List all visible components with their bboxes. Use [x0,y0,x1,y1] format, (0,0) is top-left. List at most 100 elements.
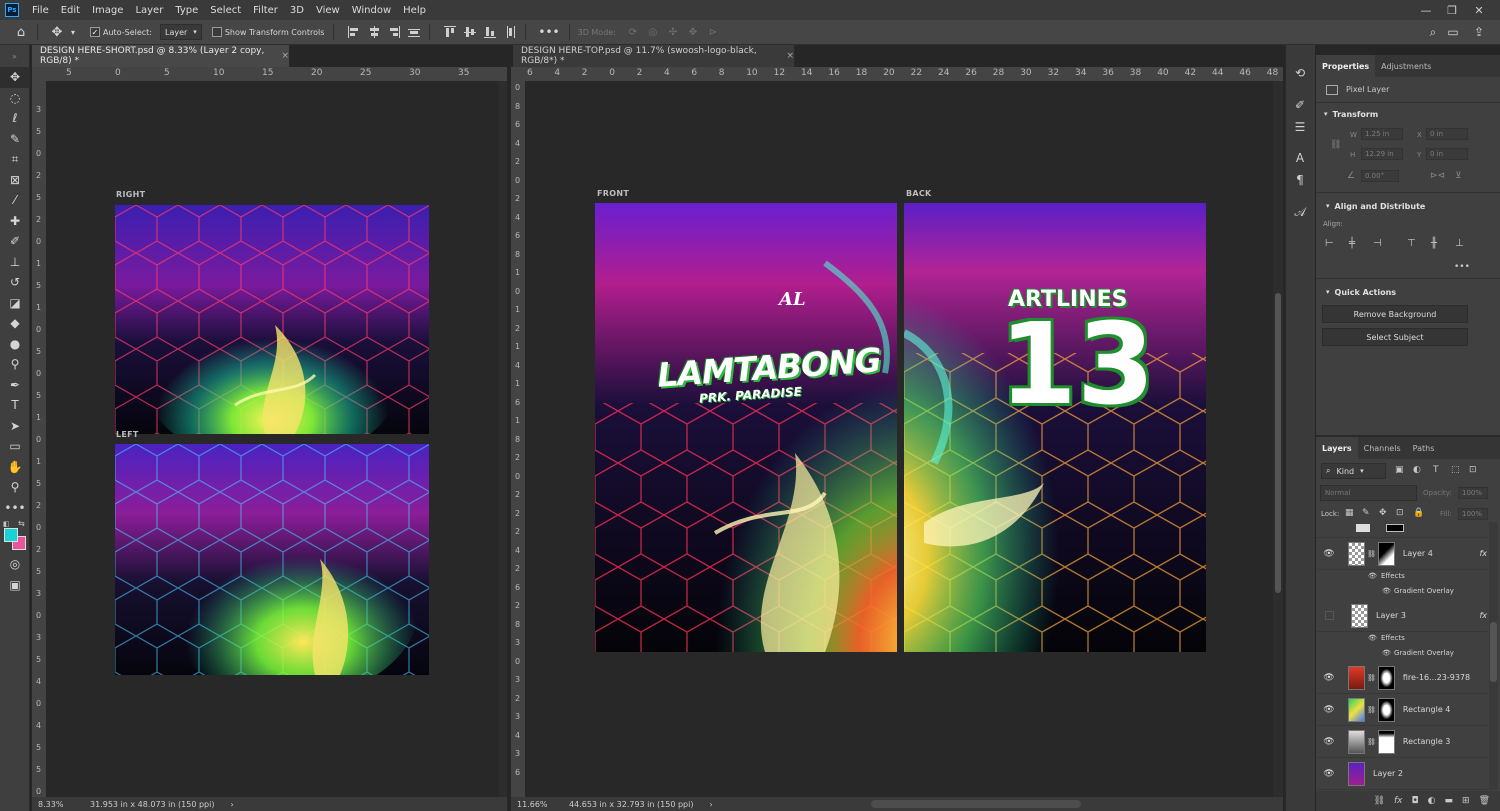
opacity-input[interactable]: 100% [1458,487,1488,499]
distribute-horizontal-icon[interactable] [504,26,516,38]
blend-mode-dropdown[interactable]: Normal [1320,485,1417,501]
swap-colors-icon[interactable]: ⇆ [18,519,25,528]
move-tool-icon[interactable]: ✥ [0,67,30,88]
select-subject-button[interactable]: Select Subject [1322,328,1468,346]
auto-select-dropdown[interactable]: Layer ▾ [159,23,202,41]
home-icon[interactable]: ⌂ [14,23,28,41]
align-bottom-icon[interactable]: ⊥ [1455,238,1464,249]
slide-3d-icon[interactable]: ✥ [686,23,700,41]
lock-image-icon[interactable]: ✎ [1362,508,1370,518]
menu-window[interactable]: Window [346,5,397,16]
fx-icon[interactable]: fx [1479,549,1487,558]
layer-row-fire[interactable]: 👁 ⛓ fire-16...23-9378 [1317,662,1487,694]
character-panel-icon[interactable]: A [1290,148,1310,168]
filter-type-icon[interactable]: T [1433,465,1439,475]
vertical-scrollbar[interactable] [499,81,507,797]
filter-smart-object-icon[interactable]: ⊡ [1469,465,1477,475]
default-colors-icon[interactable]: ◧ [3,520,10,528]
zoom-tool-icon[interactable]: ⚲ [0,477,30,498]
artboard-right[interactable] [115,205,429,434]
lock-artboard-icon[interactable]: ⊡ [1396,508,1404,518]
quick-mask-icon[interactable]: ◎ [0,554,30,575]
history-brush-tool-icon[interactable]: ↺ [0,272,30,293]
history-panel-icon[interactable]: ⟲ [1290,63,1310,83]
flip-horizontal-icon[interactable]: ⊳⊲ [1430,171,1445,181]
tab-paths[interactable]: Paths [1407,437,1441,459]
clone-stamp-tool-icon[interactable]: ⊥ [0,252,30,273]
dodge-tool-icon[interactable]: ⚲ [0,354,30,375]
move-tool-icon[interactable]: ✥ [50,23,64,41]
restore-icon[interactable]: ❐ [1441,0,1463,20]
transform-section-header[interactable]: ▾ Transform [1316,105,1500,123]
crop-tool-icon[interactable]: ⌗ [0,149,30,170]
tab-design-here-top[interactable]: DESIGN HERE-TOP.psd @ 11.7% (swoosh-logo… [513,45,795,67]
rectangle-tool-icon[interactable]: ▭ [0,436,30,457]
effects-eye-icon[interactable]: 👁 [1368,572,1377,580]
layer-row-layer-2[interactable]: 👁 Layer 2 [1317,758,1487,790]
layers-scrollbar[interactable] [1489,522,1498,790]
add-layer-style-icon[interactable]: fx [1394,796,1403,806]
collapse-toolbar-icon[interactable]: » [0,45,29,67]
minimize-icon[interactable]: — [1415,0,1437,20]
menu-help[interactable]: Help [397,5,432,16]
tab-properties[interactable]: Properties [1316,55,1376,77]
hand-tool-icon[interactable]: ✋ [0,457,30,478]
menu-3d[interactable]: 3D [284,5,310,16]
menu-view[interactable]: View [310,5,346,16]
align-center-icon[interactable]: ╪ [1349,238,1355,249]
adjustments-sliders-icon[interactable]: ☰ [1290,117,1310,137]
visibility-eye-icon[interactable]: 👁 [1322,673,1336,683]
tab-design-here-short[interactable]: DESIGN HERE-SHORT.psd @ 8.33% (Layer 2 c… [32,45,290,67]
horizontal-scrollbar-thumb[interactable] [871,800,1081,808]
layer-row-partial[interactable] [1316,522,1488,538]
more-options-button[interactable]: ••• [538,23,559,41]
orbit-3d-icon[interactable]: ⟳ [626,23,640,41]
y-input[interactable]: 0 in [1426,148,1468,160]
type-tool-icon[interactable]: T [0,395,30,416]
artboard-label-left[interactable]: LEFT [116,430,139,439]
share-icon[interactable]: ⇪ [1472,23,1486,41]
close-icon[interactable]: ✕ [1468,0,1490,20]
fill-input[interactable]: 100% [1458,508,1488,520]
visibility-eye-icon[interactable]: 👁 [1322,737,1336,747]
edit-toolbar-icon[interactable]: ••• [0,498,30,519]
healing-brush-tool-icon[interactable]: ✚ [0,211,30,232]
menu-image[interactable]: Image [86,5,129,16]
status-menu-arrow-icon[interactable]: › [709,800,712,809]
fx-icon[interactable]: fx [1479,611,1487,620]
layer-row-layer-4[interactable]: 👁 ⛓ Layer 4 fx [1317,538,1487,570]
auto-select-checkbox[interactable]: ✓ Auto-Select: [90,23,152,41]
filter-shape-icon[interactable]: ⬚ [1451,465,1460,475]
artboard-front[interactable]: AL LAMTABONG PRK. PARADISE [595,203,897,652]
brush-settings-icon[interactable]: ✐ [1290,95,1310,115]
add-mask-icon[interactable]: ◘ [1412,796,1419,806]
align-left-icon[interactable]: ⊢ [1325,238,1334,249]
trash-icon[interactable]: 🗑 [1479,796,1490,806]
tab-adjustments[interactable]: Adjustments [1375,55,1437,77]
layer-row-rectangle-4[interactable]: 👁 ⛓ Rectangle 4 [1317,694,1487,726]
effects-eye-icon[interactable]: 👁 [1368,634,1377,642]
workspace-icon[interactable]: ▭ [1446,23,1460,41]
align-vertical-centers-icon[interactable] [464,26,477,38]
flip-vertical-icon[interactable]: ⊻ [1455,171,1462,181]
search-icon[interactable]: ⌕ [1426,23,1440,41]
eyedropper-tool-icon[interactable]: ⁄ [0,190,30,211]
artboard-left[interactable] [115,444,429,675]
new-adjustment-layer-icon[interactable]: ◐ [1428,796,1436,806]
show-transform-controls-checkbox[interactable]: Show Transform Controls [211,23,324,41]
glyphs-panel-icon[interactable]: 𝒜 [1290,202,1310,222]
menu-type[interactable]: Type [169,5,204,16]
filter-pixel-icon[interactable]: ▣ [1395,465,1404,475]
artboard-back[interactable]: ARTLINES 13 [904,203,1206,652]
align-horizontal-centers-icon[interactable] [368,26,380,38]
lock-all-icon[interactable]: 🔒 [1413,508,1424,518]
visibility-eye-icon[interactable]: 👁 [1322,705,1336,715]
path-selection-tool-icon[interactable]: ➤ [0,416,30,437]
quick-actions-header[interactable]: ▾ Quick Actions [1318,283,1396,301]
new-layer-icon[interactable]: ⊞ [1462,796,1470,806]
align-right-edges-icon[interactable] [388,26,401,38]
angle-input[interactable]: 0.00° [1361,170,1399,182]
scale-3d-icon[interactable]: ⊳ [706,23,720,41]
screen-mode-icon[interactable]: ▣ [0,575,30,596]
lock-transparent-icon[interactable]: ▦ [1345,508,1354,518]
